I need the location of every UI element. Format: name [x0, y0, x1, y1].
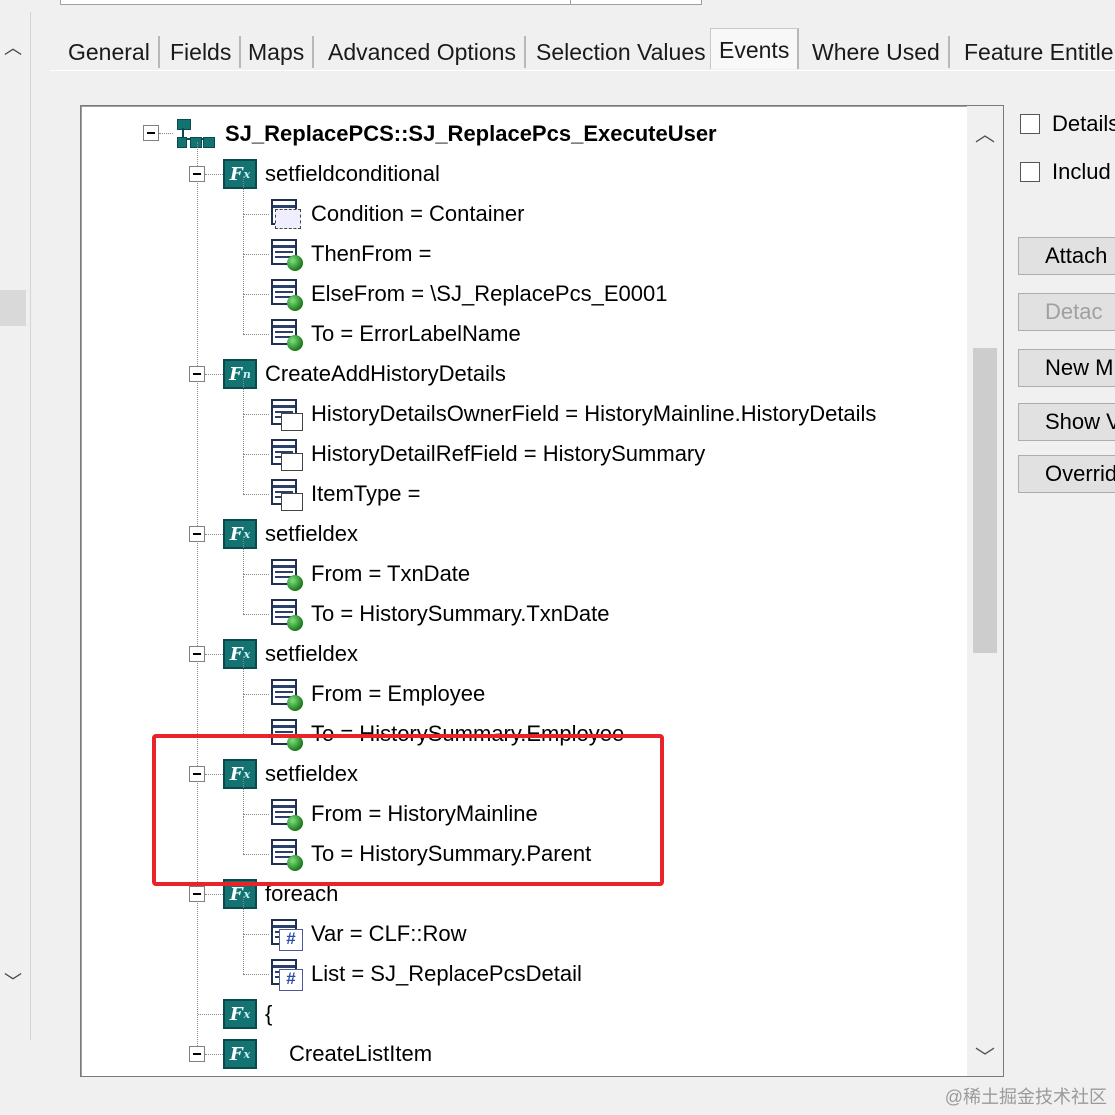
tab-general[interactable]: General — [60, 36, 160, 68]
tree-node-label: setfieldex — [265, 521, 358, 546]
window-param-icon — [269, 397, 303, 431]
field-param-icon — [269, 557, 303, 591]
tree-node-label: { — [265, 1001, 273, 1026]
tree-node-label: CreateAddHistoryDetails — [265, 361, 506, 386]
collapse-icon[interactable] — [189, 886, 205, 902]
tree-root-label: SJ_ReplacePCS::SJ_ReplacePcs_ExecuteUser — [225, 121, 717, 146]
override-button[interactable]: Override — [1018, 455, 1115, 493]
hash-param-icon: # — [269, 917, 303, 951]
collapse-icon[interactable] — [189, 1046, 205, 1062]
field-param-icon — [269, 677, 303, 711]
tree-node-label: HistoryDetailRefField = HistorySummary — [311, 441, 706, 466]
function-icon: Fn — [223, 359, 257, 389]
new-button[interactable]: New M — [1018, 349, 1115, 387]
tree-param[interactable]: HistoryDetailsOwnerField = HistoryMainli… — [269, 394, 876, 434]
watermark: @稀土掘金技术社区 — [944, 1087, 1107, 1107]
tree-node-label: Var = CLF::Row — [311, 921, 467, 946]
tree-node-label: Condition = Container — [311, 201, 525, 226]
tab-events[interactable]: Events — [710, 28, 800, 69]
chevron-up-icon[interactable]: ︿ — [4, 34, 22, 60]
tree-root[interactable]: SJ_ReplacePCS::SJ_ReplacePcs_ExecuteUser — [177, 114, 717, 154]
tree-param[interactable]: Condition = Container — [269, 194, 524, 234]
window-param-icon — [269, 437, 303, 471]
tree-node-label: From = Employee — [311, 681, 486, 706]
detach-button[interactable]: Detac — [1018, 293, 1115, 331]
tree-node-label: ThenFrom = — [311, 241, 432, 266]
tab-fields[interactable]: Fields — [162, 36, 242, 68]
function-icon: Fx — [223, 159, 257, 189]
tree-node[interactable]: Fx setfieldconditional — [223, 154, 440, 194]
function-icon: Fx — [223, 999, 257, 1029]
tab-bar: General Fields Maps Advanced Options Sel… — [50, 26, 1115, 70]
container-param-icon — [269, 197, 303, 231]
hash-param-icon: # — [269, 957, 303, 991]
tab-maps[interactable]: Maps — [240, 36, 315, 68]
tree-node[interactable]: Fx { — [223, 994, 272, 1034]
field-param-icon — [269, 237, 303, 271]
tab-selection-values[interactable]: Selection Values — [528, 36, 716, 68]
chevron-up-icon[interactable]: ︿ — [975, 118, 995, 147]
collapse-icon[interactable] — [143, 125, 159, 141]
tab-feature-entitlem[interactable]: Feature Entitlem — [956, 36, 1115, 68]
tree-param[interactable]: ThenFrom = — [269, 234, 431, 274]
tree-param[interactable]: ElseFrom = \SJ_ReplacePcs_E0001 — [269, 274, 667, 314]
field-param-icon — [269, 317, 303, 351]
highlight-box — [152, 734, 664, 886]
tree-param[interactable]: To = HistorySummary.TxnDate — [269, 594, 610, 634]
top-field-1[interactable] — [60, 0, 582, 5]
tree-param[interactable]: HistoryDetailRefField = HistorySummary — [269, 434, 705, 474]
field-param-icon — [269, 277, 303, 311]
tree-param[interactable]: # Var = CLF::Row — [269, 914, 466, 954]
tree-param[interactable]: From = TxnDate — [269, 554, 470, 594]
tree-node-label: ElseFrom = \SJ_ReplacePcs_E0001 — [311, 281, 668, 306]
tree-node-label: From = TxnDate — [311, 561, 471, 586]
left-scrollbar[interactable]: ︿ ﹀ — [0, 0, 31, 1040]
tree-param[interactable]: From = Employee — [269, 674, 485, 714]
tree-node-label: To = ErrorLabelName — [311, 321, 521, 346]
tree-param[interactable]: ItemType = — [269, 474, 420, 514]
collapse-icon[interactable] — [189, 646, 205, 662]
chevron-down-icon[interactable]: ﹀ — [975, 1041, 995, 1070]
tree-node-label: List = SJ_ReplacePcsDetail — [311, 961, 582, 986]
attach-button[interactable]: Attach — [1018, 237, 1115, 275]
function-icon: Fx — [223, 519, 257, 549]
top-field-2[interactable] — [570, 0, 702, 5]
details-checkbox[interactable]: Details — [1020, 111, 1115, 137]
tree-node[interactable]: Fn CreateAddHistoryDetails — [223, 354, 506, 394]
tab-advanced-options[interactable]: Advanced Options — [320, 36, 526, 68]
function-icon: Fx — [223, 1039, 257, 1069]
top-toolbar — [30, 0, 1115, 12]
include-checkbox[interactable]: Includ — [1020, 159, 1111, 185]
collapse-icon[interactable] — [189, 366, 205, 382]
tree-node-label: To = HistorySummary.TxnDate — [311, 601, 610, 626]
collapse-icon[interactable] — [189, 526, 205, 542]
tree-node[interactable]: Fx CreateListItem — [223, 1034, 432, 1074]
tree-node-label: CreateListItem — [289, 1041, 433, 1066]
show-button[interactable]: Show V — [1018, 403, 1115, 441]
tree-param[interactable]: # List = SJ_ReplacePcsDetail — [269, 954, 582, 994]
collapse-icon[interactable] — [189, 166, 205, 182]
left-scrollbar-thumb[interactable] — [0, 290, 26, 326]
tree-scrollbar[interactable]: ︿ ﹀ — [967, 106, 1003, 1076]
tree-scrollbar-thumb[interactable] — [973, 348, 997, 653]
function-icon: Fx — [223, 639, 257, 669]
window-param-icon — [269, 477, 303, 511]
field-param-icon — [269, 597, 303, 631]
tree-node-label: HistoryDetailsOwnerField = HistoryMainli… — [311, 401, 877, 426]
tab-where-used[interactable]: Where Used — [804, 36, 950, 68]
event-tree[interactable]: ︿ ﹀ SJ_ReplacePCS::SJ_ReplacePcs_Execute… — [80, 105, 1004, 1077]
tree-node-label: setfieldconditional — [265, 161, 440, 186]
tree-node-label: ItemType = — [311, 481, 421, 506]
tree-node-label: setfieldex — [265, 641, 358, 666]
tab-separator — [50, 70, 1115, 71]
tree-param[interactable]: To = ErrorLabelName — [269, 314, 521, 354]
chevron-down-icon[interactable]: ﹀ — [4, 968, 22, 994]
